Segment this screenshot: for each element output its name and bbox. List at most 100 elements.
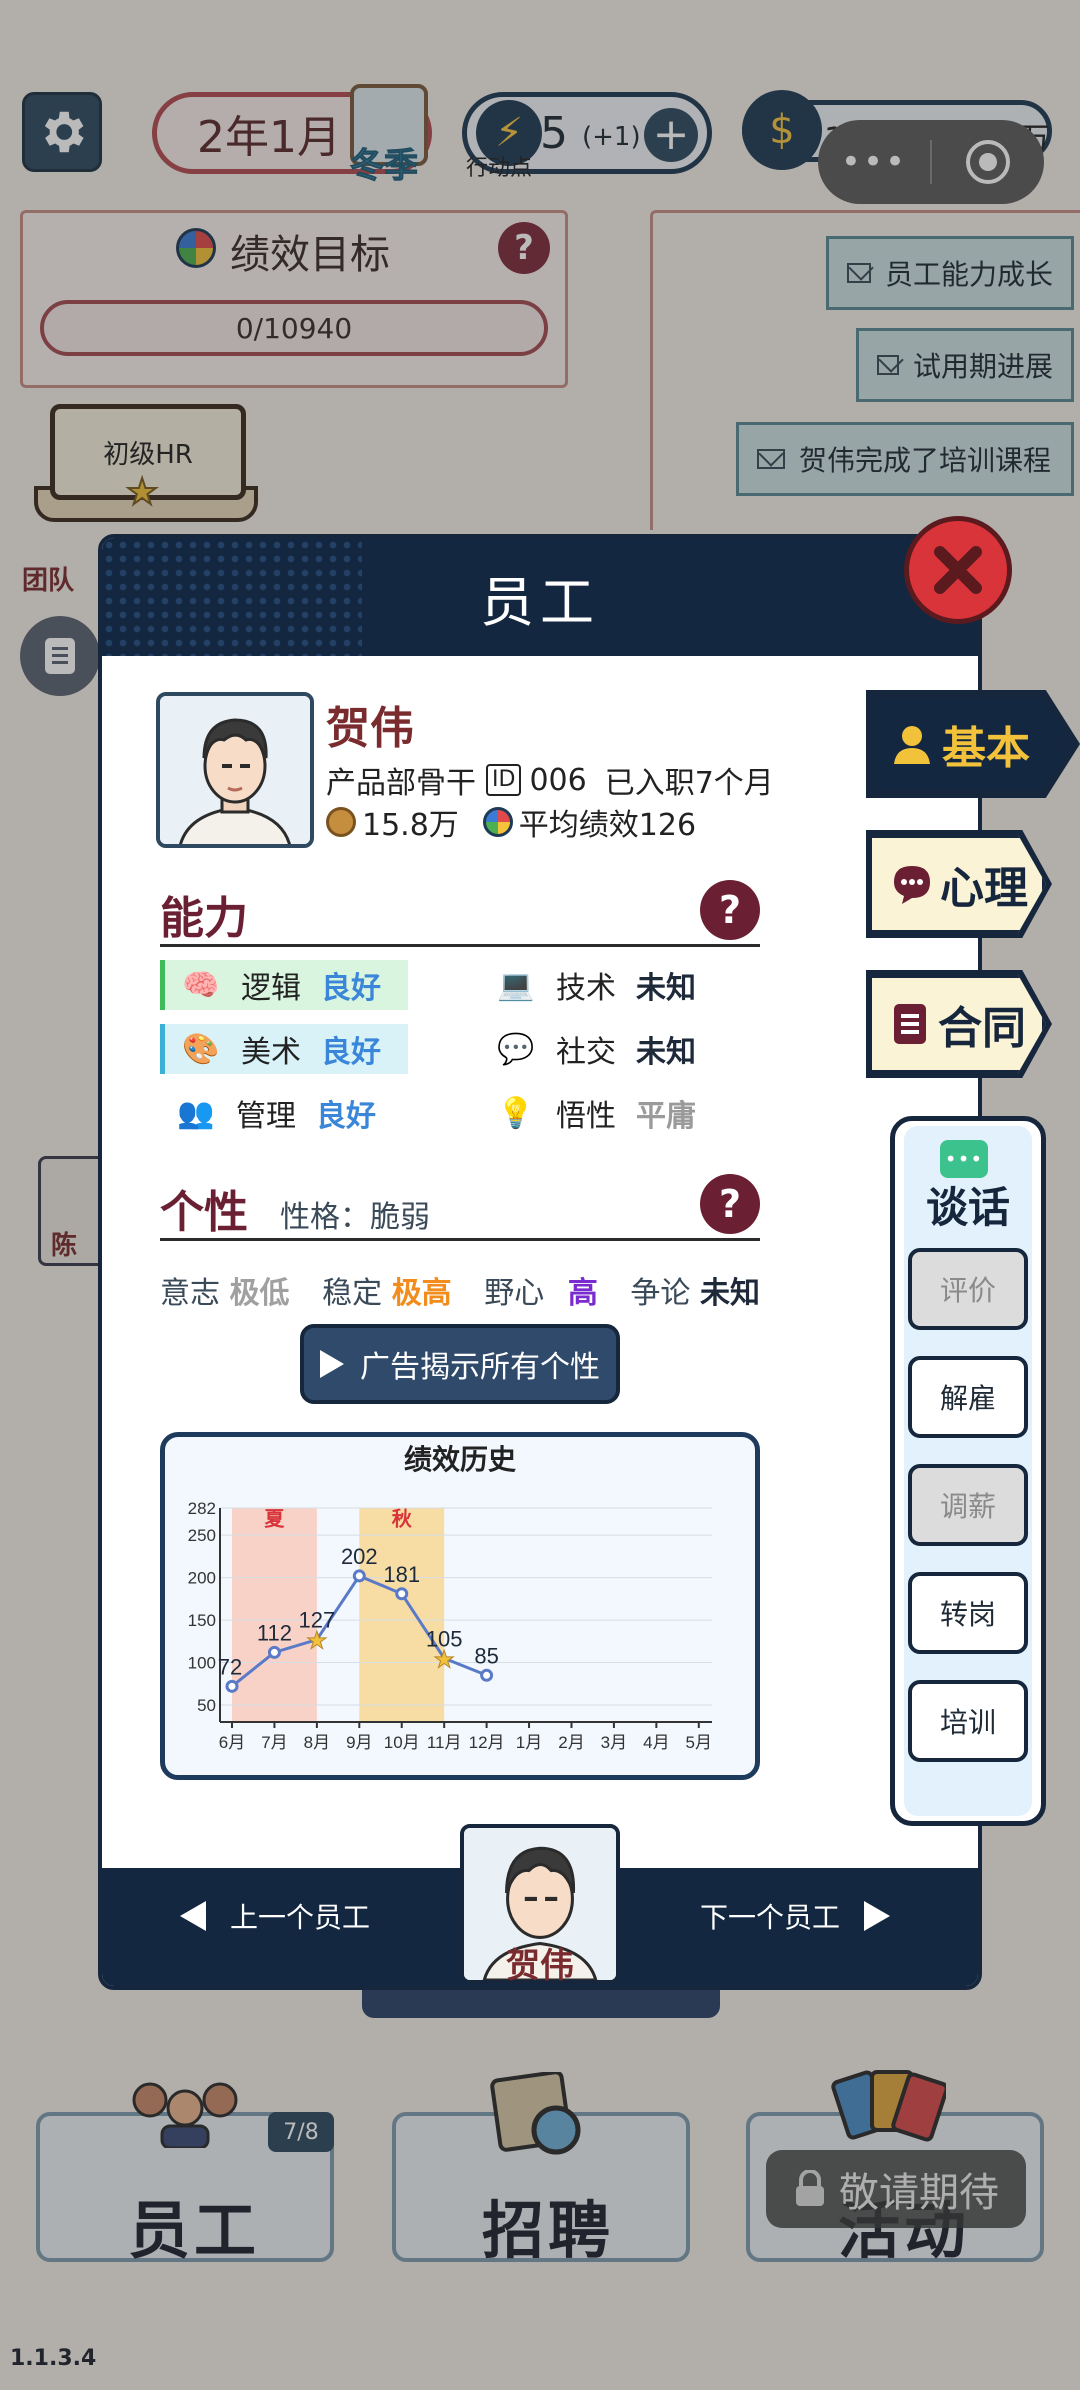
traits-row: 意志 极低 稳定 极高 野心 高 争论 未知 [160, 1268, 760, 1312]
adjust-salary-button[interactable]: 调薪 [908, 1464, 1028, 1546]
ability-name: 美术 [241, 1035, 301, 1070]
reveal-personality-ad-button[interactable]: 广告揭示所有个性 [300, 1324, 620, 1404]
talk-title: 谈话 [925, 1183, 1010, 1232]
data-label: 85 [474, 1643, 498, 1668]
person-icon [894, 726, 930, 764]
evaluate-label: 评价 [939, 1274, 996, 1307]
personality-divider [160, 1238, 760, 1241]
x-tick-label: 11月 [427, 1733, 462, 1752]
tab-basic-label: 基本 [942, 723, 1030, 774]
ability-name: 社交 [556, 1035, 616, 1070]
tab-contract[interactable]: 合同 [868, 974, 1046, 1074]
tab-psychology[interactable]: 心理 [868, 834, 1046, 934]
ad-button-label: 广告揭示所有个性 [360, 1350, 600, 1385]
x-tick-label: 6月 [219, 1733, 245, 1752]
chat-bubble-icon: ••• [940, 1140, 988, 1178]
ability-name: 技术 [556, 971, 616, 1006]
ability-social: 💬 社交 未知 [480, 1024, 728, 1074]
tab-psychology-label: 心理 [940, 863, 1028, 914]
contract-icon [894, 1004, 926, 1044]
management-icon: 👥 [177, 1095, 215, 1131]
data-point [480, 1668, 494, 1682]
ability-section-title: 能力 [160, 893, 248, 944]
laptop-icon: 💻 [497, 967, 535, 1003]
modal-tail [362, 1990, 720, 2018]
y-tick-label: 50 [197, 1696, 216, 1715]
x-tick-label: 7月 [261, 1733, 287, 1752]
prev-employee-label: 上一个员工 [230, 1901, 371, 1934]
next-employee-button[interactable]: 下一个员工 [700, 1896, 891, 1936]
employee-tenure: 已入职7个月 [604, 766, 774, 801]
close-icon [934, 546, 982, 594]
transfer-label: 转岗 [939, 1598, 996, 1631]
close-button[interactable] [904, 516, 1012, 624]
x-tick-label: 12月 [469, 1733, 505, 1752]
performance-icon [482, 807, 513, 837]
chart-canvas: 夏 秋 50 100 150 200 250 282 6月 7月 8月 9月 10月 11月 12月 1月 2月… [188, 1499, 712, 1752]
fire-label: 解雇 [939, 1382, 996, 1415]
speech-bubble-icon [894, 866, 930, 904]
x-tick-label: 10月 [384, 1733, 420, 1752]
ability-level: 平庸 [636, 1099, 696, 1134]
ability-help-button[interactable]: ? [700, 880, 760, 940]
lightbulb-icon: 💡 [497, 1095, 535, 1131]
play-icon [320, 1350, 344, 1378]
data-label: 105 [426, 1626, 463, 1651]
ability-level: 未知 [636, 971, 696, 1006]
chart-title: 绩效历史 [403, 1443, 516, 1476]
id-badge: ID [486, 764, 522, 796]
season-label: 秋 [392, 1508, 413, 1531]
arrow-left-icon [180, 1901, 206, 1931]
data-label: 112 [257, 1620, 292, 1645]
data-point [267, 1645, 281, 1659]
y-tick-label: 200 [188, 1569, 216, 1588]
y-tick-label: 282 [188, 1499, 216, 1518]
ability-name: 悟性 [556, 1099, 616, 1134]
tab-basic[interactable]: 基本 [868, 694, 1074, 794]
modal-header: 员工 [102, 538, 978, 656]
ability-management: 👥 管理 良好 [160, 1088, 408, 1138]
trait-will: 意志 极低 [160, 1268, 290, 1312]
data-label: 181 [383, 1562, 420, 1587]
ability-logic: 🧠 逻辑 良好 [160, 960, 408, 1010]
ability-level: 未知 [636, 1035, 696, 1070]
y-tick-label: 250 [188, 1526, 216, 1545]
trait-value: 未知 [699, 1276, 760, 1311]
evaluate-button[interactable]: 评价 [908, 1248, 1028, 1330]
transfer-button[interactable]: 转岗 [908, 1572, 1028, 1654]
employee-portrait [160, 696, 310, 844]
trait-name: 稳定 [322, 1276, 383, 1311]
personality-type: 性格：脆弱 [280, 1200, 430, 1235]
employee-position: 产品部骨干 [326, 766, 476, 801]
personality-section-title: 个性 [160, 1187, 248, 1238]
data-label: 202 [341, 1544, 378, 1569]
adjust-salary-label: 调薪 [939, 1490, 996, 1523]
data-point [395, 1587, 409, 1601]
employee-salary: 15.8万 [362, 808, 459, 843]
training-button[interactable]: 培训 [908, 1680, 1028, 1762]
footer-employee-name: 贺伟 [506, 1946, 574, 1986]
x-tick-label: 8月 [304, 1733, 330, 1752]
data-point [352, 1569, 366, 1583]
trait-name: 争论 [630, 1276, 691, 1311]
ability-level: 良好 [316, 1099, 376, 1134]
employee-avatar [156, 692, 314, 848]
y-tick-label: 150 [188, 1611, 216, 1630]
x-tick-label: 9月 [346, 1733, 372, 1752]
logic-icon: 🧠 [182, 967, 220, 1003]
personality-help-button[interactable]: ? [700, 1174, 760, 1234]
y-tick-label: 100 [188, 1654, 216, 1673]
employee-name: 贺伟 [326, 703, 414, 754]
trait-name: 野心 [484, 1276, 545, 1311]
prev-employee-button[interactable]: 上一个员工 [180, 1896, 370, 1936]
season-region [359, 1508, 445, 1722]
fire-button[interactable]: 解雇 [908, 1356, 1028, 1438]
trait-stability: 稳定 极高 [322, 1268, 452, 1312]
employee-id: 006 [529, 762, 587, 798]
data-point [225, 1679, 239, 1693]
x-tick-label: 3月 [601, 1733, 627, 1752]
trait-ambition: 野心 高 [484, 1268, 598, 1312]
palette-icon: 🎨 [182, 1031, 220, 1067]
x-tick-label: 2月 [558, 1733, 584, 1752]
tab-contract-label: 合同 [938, 1003, 1026, 1054]
